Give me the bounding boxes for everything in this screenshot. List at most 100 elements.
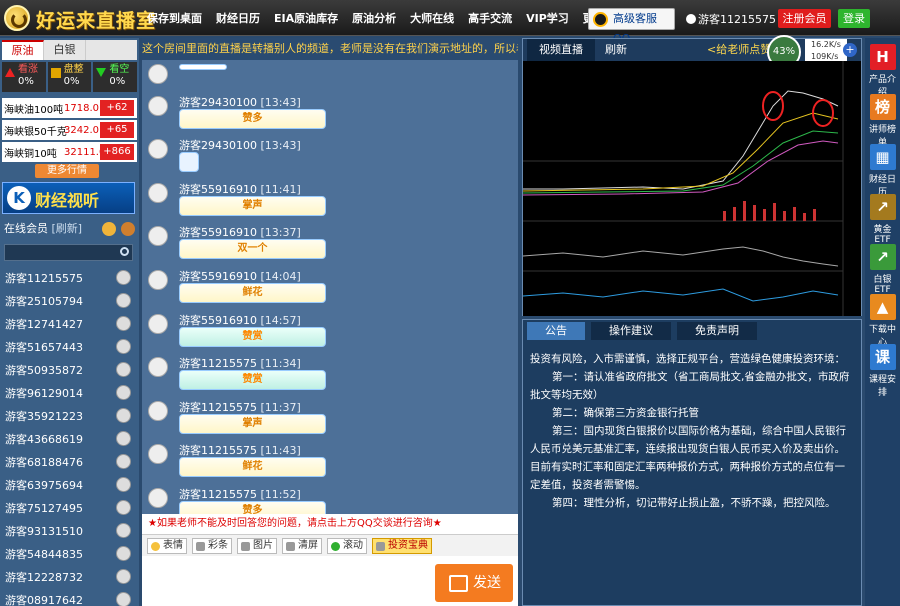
- emoji-button[interactable]: 表情: [147, 537, 187, 554]
- member-row[interactable]: 游客25105794: [2, 289, 137, 312]
- message-content: [179, 152, 199, 173]
- refresh-link[interactable]: [刷新]: [52, 222, 83, 235]
- avatar-icon[interactable]: [148, 488, 168, 508]
- login-button[interactable]: 登录: [838, 9, 870, 28]
- tab-disclaimer[interactable]: 免责声明: [677, 322, 757, 340]
- finance-audio-banner[interactable]: K 财经视听: [2, 182, 135, 214]
- notice-item: 第四：理性分析，切记带好止损止盈，不骄不躁，把控风险。: [552, 497, 836, 509]
- sidebar-item[interactable]: H 产品介绍: [866, 42, 899, 98]
- clear-screen-button[interactable]: 清屏: [282, 537, 322, 554]
- quote-row[interactable]: 海峡铜10吨 32111.0 +866: [2, 142, 137, 162]
- sidebar-item[interactable]: ▦ 财经日历: [866, 142, 899, 198]
- member-row[interactable]: 游客08917642: [2, 588, 137, 606]
- tab-suggestions[interactable]: 操作建议: [591, 322, 671, 340]
- member-row[interactable]: 游客12741427: [2, 312, 137, 335]
- member-row[interactable]: 游客43668619: [2, 427, 137, 450]
- message-content: 双一个: [179, 239, 326, 260]
- nav-save-desktop[interactable]: 保存到桌面: [147, 10, 202, 26]
- nav-experts[interactable]: 高手交流: [468, 10, 512, 26]
- message-time: [11:37]: [260, 400, 301, 414]
- sidebar-item[interactable]: 榜讲师榜单: [866, 92, 899, 148]
- avatar-icon[interactable]: [148, 139, 168, 160]
- search-icon[interactable]: [120, 247, 129, 256]
- send-button[interactable]: 发送: [435, 564, 513, 602]
- member-row[interactable]: 游客35921223: [2, 404, 137, 427]
- nav-eia[interactable]: EIA原油库存: [274, 10, 338, 26]
- member-row[interactable]: 游客75127495: [2, 496, 137, 519]
- person-icon[interactable]: [121, 222, 135, 236]
- avatar-icon[interactable]: [148, 182, 168, 203]
- sentiment-bear[interactable]: 看空 0%: [93, 62, 138, 92]
- sidebar-icon: H: [869, 44, 896, 70]
- avatar-icon[interactable]: [148, 444, 168, 465]
- avatar-icon[interactable]: [148, 357, 168, 378]
- avatar-icon: [116, 454, 131, 469]
- avatar-icon[interactable]: [148, 313, 168, 334]
- quote-row[interactable]: 海峡银50千克 3242.0 +65: [2, 120, 137, 140]
- sentiment-flat[interactable]: 盘整 0%: [47, 62, 92, 92]
- message-author[interactable]: 游客55916910 [13:37]: [179, 224, 301, 240]
- group-icon[interactable]: [102, 222, 116, 236]
- auto-scroll-toggle[interactable]: 滚动: [327, 537, 367, 554]
- avatar-icon[interactable]: [148, 226, 168, 247]
- sidebar-item[interactable]: ↗ 黄金ETF: [866, 192, 899, 245]
- message-author[interactable]: 游客11215575 [11:37]: [179, 399, 301, 415]
- tab-silver[interactable]: 白银: [44, 40, 86, 60]
- online-members-header: 在线会员 [刷新]: [2, 218, 137, 240]
- logo-icon: [4, 5, 30, 31]
- sidebar-item[interactable]: ▲ 下载中心: [866, 292, 899, 348]
- member-search-input[interactable]: [4, 244, 133, 261]
- qq-icon: [593, 12, 608, 27]
- nav-masters[interactable]: 大师在线: [410, 10, 454, 26]
- chat-message: 游客55916910 [14:57] 赞赏: [146, 312, 516, 356]
- sidebar-item[interactable]: 课课程安排: [866, 342, 899, 398]
- register-button[interactable]: 注册会员: [778, 9, 831, 28]
- message-list: 游客29430100 [13:43] 赞多 游客29430100 [13:43] 游客…: [142, 60, 518, 514]
- member-row[interactable]: 游客11215575: [2, 266, 137, 289]
- message-author[interactable]: 游客11215575 [11:34]: [179, 355, 301, 371]
- member-row[interactable]: 游客96129014: [2, 381, 137, 404]
- member-row[interactable]: 游客63975694: [2, 473, 137, 496]
- member-row[interactable]: 游客54844835: [2, 542, 137, 565]
- avatar-icon: [116, 316, 131, 331]
- avatar-icon: [116, 362, 131, 377]
- member-row[interactable]: 游客51657443: [2, 335, 137, 358]
- avatar-icon[interactable]: [148, 270, 168, 290]
- sentiment-bull[interactable]: 看涨 0%: [2, 62, 46, 92]
- tab-live-video[interactable]: 视频直播: [527, 39, 595, 61]
- message-author[interactable]: 游客55916910 [14:57]: [179, 312, 301, 328]
- avatar-icon[interactable]: [148, 400, 168, 421]
- chat-tip: ★如果老师不能及时回答您的问题，请点击上方QQ交谈进行咨询★: [142, 514, 518, 534]
- quote-row[interactable]: 海峡油100吨 1718.0 +62: [2, 98, 137, 118]
- chat-message: 游客29430100 [13:43]: [146, 137, 516, 181]
- color-bar-button[interactable]: 彩条: [192, 537, 232, 554]
- member-row[interactable]: 游客50935872: [2, 358, 137, 381]
- plus-icon[interactable]: +: [843, 43, 857, 57]
- message-author[interactable]: 游客11215575 [11:43]: [179, 442, 301, 458]
- message-author[interactable]: 游客29430100 [13:43]: [179, 137, 301, 153]
- qq-service-button[interactable]: 高级客服QQ: [588, 8, 675, 45]
- image-button[interactable]: 图片: [237, 537, 277, 554]
- member-row[interactable]: 游客68188476: [2, 450, 137, 473]
- avatar-icon[interactable]: [148, 95, 168, 116]
- tab-announcement[interactable]: 公告: [527, 322, 585, 340]
- avatar-icon: [116, 500, 131, 515]
- tab-crude-oil[interactable]: 原油: [2, 40, 44, 60]
- member-row[interactable]: 游客93131510: [2, 519, 137, 542]
- quote-list: 海峡油100吨 1718.0 +62 海峡银50千克 3242.0 +65 海峡…: [2, 98, 137, 164]
- member-row[interactable]: 游客12228732: [2, 565, 137, 588]
- tab-refresh[interactable]: 刷新: [593, 39, 639, 61]
- avatar-icon[interactable]: [148, 64, 168, 84]
- notice-intro: 投资有风险，入市需谨慎，选择正规平台，营造绿色健康投资环境：: [530, 353, 845, 365]
- message-author[interactable]: 游客11215575 [11:52]: [179, 486, 301, 502]
- message-author[interactable]: 游客55916910 [11:41]: [179, 181, 301, 197]
- more-quotes-button[interactable]: 更多行情: [35, 164, 99, 178]
- message-author[interactable]: 游客29430100 [13:43]: [179, 94, 301, 110]
- message-time: [13:37]: [260, 226, 301, 240]
- nav-oil-analysis[interactable]: 原油分析: [352, 10, 396, 26]
- investment-guide-button[interactable]: 投资宝典: [372, 537, 432, 554]
- sidebar-item[interactable]: ↗ 白银ETF: [866, 242, 899, 295]
- nav-vip[interactable]: VIP学习: [526, 10, 569, 26]
- message-author[interactable]: 游客55916910 [14:04]: [179, 268, 301, 284]
- nav-calendar[interactable]: 财经日历: [216, 10, 260, 26]
